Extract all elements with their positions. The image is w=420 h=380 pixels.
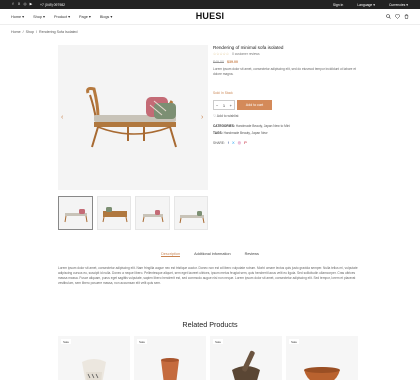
add-to-cart-button[interactable]: Add to cart <box>237 100 272 110</box>
gallery-prev-button[interactable]: ‹ <box>61 114 63 121</box>
tab-additional-information[interactable]: Additional information <box>194 252 231 257</box>
signin-link[interactable]: Sign in <box>333 3 343 7</box>
tags-value[interactable]: Handmade Beauty, Japan New <box>224 131 268 135</box>
gallery-next-button[interactable]: › <box>201 114 203 121</box>
product-title: Rendering of minimal sofa isolated <box>213 45 284 50</box>
phone-number: +7 (049) 097982 <box>40 2 65 7</box>
share-row: SHARE: f X ◎ P <box>213 140 247 145</box>
instagram-icon[interactable]: ◎ <box>23 2 27 6</box>
quantity-stepper: − 1 + <box>213 100 235 110</box>
review-count-link[interactable]: 0 customer reviews <box>232 52 259 56</box>
product-tags: TAGS: Handmade Beauty, Japan New <box>213 131 267 135</box>
youtube-icon[interactable]: ▶ <box>29 2 33 6</box>
thumbnail-strip <box>58 196 208 230</box>
top-bar: f X ◎ ▶ +7 (049) 097982 Sign in Language… <box>0 0 420 9</box>
qty-input[interactable]: 1 <box>223 103 225 108</box>
social-links: f X ◎ ▶ <box>11 2 33 6</box>
x-icon[interactable]: X <box>17 2 21 6</box>
related-products-grid: Sale Sale Sale Sale <box>58 336 358 380</box>
share-pinterest-icon[interactable]: P <box>244 140 247 145</box>
breadcrumb: Home / Shop / Rendering Sofa Isolated <box>11 30 78 34</box>
breadcrumb-home[interactable]: Home <box>11 30 21 34</box>
qty-decrease-button[interactable]: − <box>216 103 218 108</box>
related-product-card[interactable]: Sale <box>210 336 282 380</box>
add-to-wishlist-link[interactable]: ♡ Add to wishlist <box>213 114 238 118</box>
tab-reviews[interactable]: Reviews <box>245 252 259 257</box>
related-product-card[interactable]: Sale <box>286 336 358 380</box>
share-instagram-icon[interactable]: ◎ <box>238 140 242 145</box>
thumbnail-2[interactable] <box>96 196 131 230</box>
language-select[interactable]: Language ▾ <box>357 3 375 7</box>
cart-icon[interactable] <box>404 14 409 19</box>
related-products-heading: Related Products <box>182 320 238 329</box>
related-product-card[interactable]: Sale <box>58 336 130 380</box>
rattan-sofa-image <box>86 87 177 148</box>
thumbnail-3[interactable] <box>135 196 170 230</box>
sale-badge: Sale <box>213 339 224 345</box>
sale-price: $39.00 <box>227 60 238 64</box>
product-tabs: Description Additional information Revie… <box>0 252 420 257</box>
stock-status: Sold: In Stock <box>213 91 233 95</box>
breadcrumb-shop[interactable]: Shop <box>26 30 34 34</box>
breadcrumb-separator: / <box>22 30 24 34</box>
share-facebook-icon[interactable]: f <box>228 140 229 145</box>
share-x-icon[interactable]: X <box>232 140 235 145</box>
sale-badge: Sale <box>137 339 148 345</box>
tags-label: TAGS: <box>213 131 223 135</box>
qty-increase-button[interactable]: + <box>230 103 232 108</box>
short-description: Lorem ipsum dolor sit amet, consectetur … <box>213 67 356 76</box>
breadcrumb-separator: / <box>36 30 37 34</box>
share-label: SHARE: <box>213 140 225 145</box>
breadcrumb-current: Rendering Sofa Isolated <box>39 30 78 34</box>
product-rating: ☆☆☆☆☆ 0 customer reviews <box>213 52 260 56</box>
sale-badge: Sale <box>61 339 72 345</box>
facebook-icon[interactable]: f <box>11 2 15 6</box>
tab-description[interactable]: Description <box>161 252 181 257</box>
categories-label: CATEGORIES: <box>213 124 235 128</box>
thumbnail-1[interactable] <box>58 196 93 230</box>
wishlist-icon[interactable] <box>395 14 400 19</box>
currency-select[interactable]: Currencies ▾ <box>389 3 408 7</box>
thumbnail-4[interactable] <box>173 196 208 230</box>
related-product-card[interactable]: Sale <box>134 336 206 380</box>
sale-badge: Sale <box>289 339 300 345</box>
old-price: $49.00 <box>213 60 224 64</box>
product-price: $49.00 $39.00 <box>213 60 238 64</box>
categories-value[interactable]: Handmade Beauty, Japan New to Mini <box>236 124 290 128</box>
product-categories: CATEGORIES: Handmade Beauty, Japan New t… <box>213 124 290 128</box>
search-icon[interactable] <box>386 14 391 19</box>
product-info: Rendering of minimal sofa isolated <box>213 45 363 51</box>
tab-description-content: Lorem ipsum dolor sit amet, consectetur … <box>58 266 358 285</box>
star-rating-icon: ☆☆☆☆☆ <box>213 52 230 56</box>
main-nav: Home ▾ Shop ▾ Product ▾ Page ▾ Blogs ▾ H… <box>0 9 420 25</box>
product-main-image[interactable] <box>58 45 208 190</box>
site-logo[interactable]: HUESI <box>0 11 420 21</box>
